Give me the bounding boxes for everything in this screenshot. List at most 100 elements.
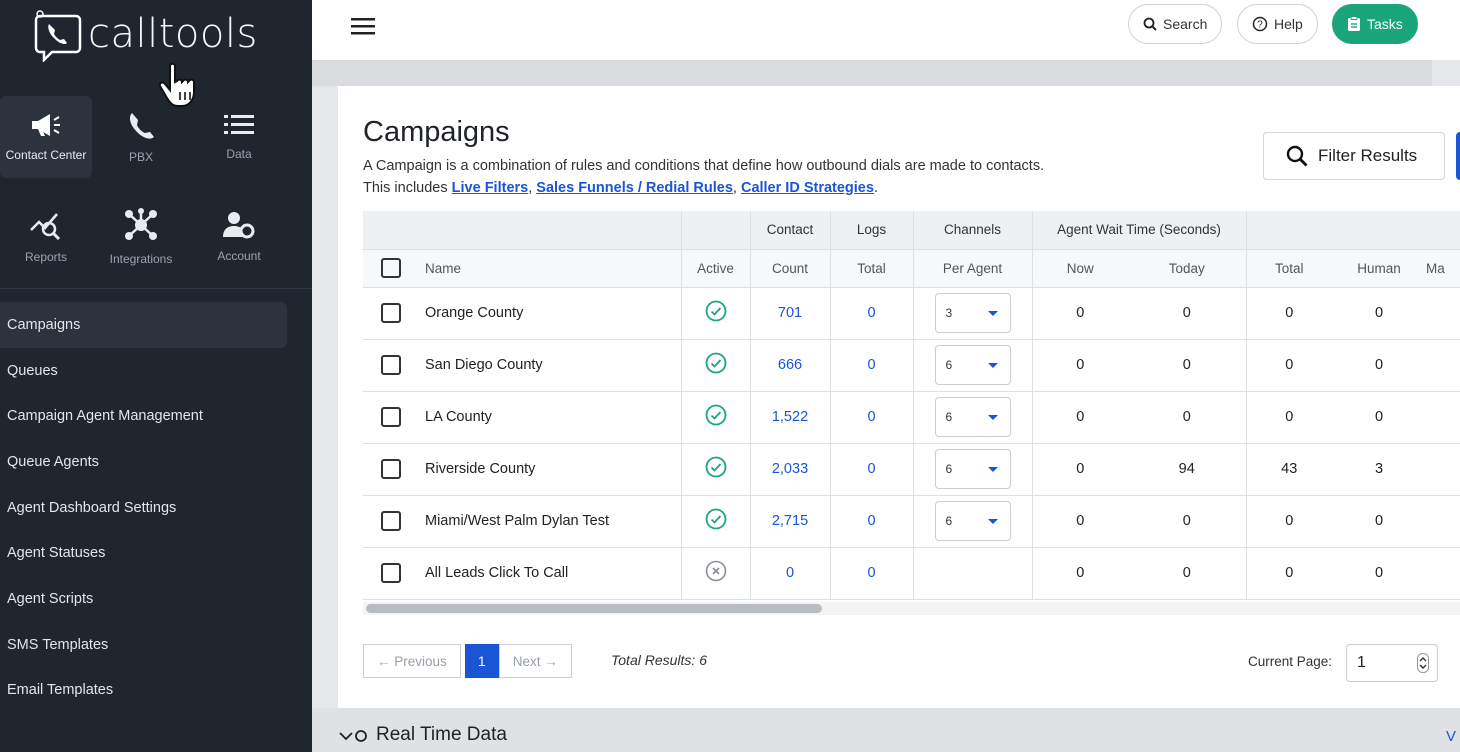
- sales-funnels-link[interactable]: Sales Funnels / Redial Rules: [536, 180, 733, 196]
- logs-total-link[interactable]: 0: [829, 287, 913, 340]
- nav-item-campaign-agent-management[interactable]: Campaign Agent Management: [0, 393, 290, 439]
- table-row[interactable]: Orange County 701 0 3 0 0 0 0: [363, 287, 1460, 340]
- active-status-cell[interactable]: [680, 495, 750, 548]
- module-data[interactable]: Data: [190, 96, 288, 178]
- logo[interactable]: calltools: [34, 10, 258, 64]
- help-button[interactable]: ? Help: [1237, 4, 1318, 44]
- contact-count-link[interactable]: 2,715: [749, 495, 830, 548]
- active-status-cell[interactable]: [680, 287, 750, 340]
- logs-total-link[interactable]: 0: [829, 495, 913, 548]
- search-button[interactable]: Search: [1128, 4, 1223, 44]
- module-pbx[interactable]: PBX: [92, 96, 190, 178]
- column-human[interactable]: Human: [1332, 249, 1426, 288]
- active-status-cell[interactable]: [680, 391, 750, 444]
- description-line: A Campaign is a combination of rules and…: [363, 158, 1045, 174]
- module-integrations[interactable]: Integrations: [92, 196, 190, 278]
- campaign-name[interactable]: LA County: [419, 391, 681, 444]
- channels-value: 6: [945, 462, 953, 476]
- logs-total-link[interactable]: 0: [829, 339, 913, 392]
- view-link[interactable]: V: [1446, 728, 1456, 745]
- table-row[interactable]: Miami/West Palm Dylan Test 2,715 0 6 0 0…: [363, 495, 1460, 548]
- contact-count-link[interactable]: 2,033: [749, 443, 830, 496]
- hamburger-menu-icon[interactable]: [350, 14, 376, 38]
- select-all-checkbox[interactable]: [381, 258, 401, 278]
- column-today[interactable]: Today: [1128, 249, 1246, 288]
- module-label: Account: [217, 249, 261, 263]
- contact-count-link[interactable]: 666: [749, 339, 830, 392]
- previous-button[interactable]: ← Previous: [363, 644, 461, 678]
- column-active[interactable]: Active: [680, 249, 750, 288]
- caller-id-strategies-link[interactable]: Caller ID Strategies: [741, 180, 874, 196]
- active-status-cell[interactable]: [680, 443, 750, 496]
- column-count[interactable]: Count: [749, 249, 830, 288]
- nav-item-agent-dashboard-settings[interactable]: Agent Dashboard Settings: [0, 485, 290, 531]
- nav-item-agent-scripts[interactable]: Agent Scripts: [0, 576, 290, 622]
- horizontal-scrollbar-thumb[interactable]: [366, 604, 822, 613]
- filter-results-button[interactable]: Filter Results: [1263, 132, 1445, 180]
- live-filters-link[interactable]: Live Filters: [452, 180, 529, 196]
- campaign-name[interactable]: Miami/West Palm Dylan Test: [419, 495, 681, 548]
- campaign-name[interactable]: Orange County: [419, 287, 681, 340]
- table-row[interactable]: Riverside County 2,033 0 6 0 94 43 3: [363, 443, 1460, 496]
- channels-per-agent-select[interactable]: 6: [934, 397, 1011, 437]
- row-checkbox[interactable]: [381, 459, 401, 479]
- column-per-agent[interactable]: Per Agent: [912, 249, 1032, 288]
- stepper-icon[interactable]: [1417, 653, 1429, 673]
- logs-total-link[interactable]: 0: [829, 391, 913, 444]
- next-button[interactable]: Next →: [498, 644, 572, 678]
- ma-cell: [1426, 547, 1460, 600]
- campaign-name[interactable]: Riverside County: [419, 443, 681, 496]
- row-checkbox[interactable]: [381, 355, 401, 375]
- wait-now: 0: [1031, 495, 1128, 548]
- campaign-name[interactable]: San Diego County: [419, 339, 681, 392]
- group-header-contact: Contact: [749, 211, 830, 250]
- wait-today: 0: [1128, 495, 1246, 548]
- contact-count-link[interactable]: 0: [749, 547, 830, 600]
- logs-total-link[interactable]: 0: [829, 547, 913, 600]
- nav-item-sms-templates[interactable]: SMS Templates: [0, 622, 290, 668]
- channels-per-agent-select[interactable]: 6: [934, 501, 1011, 541]
- module-label: Contact Center: [5, 148, 87, 162]
- channels-cell: 6: [912, 443, 1032, 496]
- row-checkbox[interactable]: [381, 563, 401, 583]
- channels-per-agent-select[interactable]: 6: [934, 449, 1011, 489]
- module-reports[interactable]: Reports: [0, 196, 92, 278]
- contact-count-link[interactable]: 701: [749, 287, 830, 340]
- channels-per-agent-select[interactable]: 6: [934, 345, 1011, 385]
- nav-item-agent-statuses[interactable]: Agent Statuses: [0, 530, 290, 576]
- column-now[interactable]: Now: [1031, 249, 1128, 288]
- column-name[interactable]: Name: [419, 249, 681, 288]
- row-checkbox[interactable]: [381, 511, 401, 531]
- column-ma[interactable]: Ma: [1426, 249, 1460, 288]
- channels-value: 6: [945, 358, 953, 372]
- active-status-cell[interactable]: [680, 547, 750, 600]
- column-logs-total[interactable]: Total: [829, 249, 913, 288]
- row-checkbox[interactable]: [381, 407, 401, 427]
- current-page-input[interactable]: 1: [1346, 644, 1438, 682]
- table-row[interactable]: LA County 1,522 0 6 0 0 0 0: [363, 391, 1460, 444]
- nav-item-campaigns[interactable]: Campaigns: [0, 302, 287, 348]
- list-icon: [224, 115, 254, 134]
- contact-count-link[interactable]: 1,522: [749, 391, 830, 444]
- nav-item-queues[interactable]: Queues: [0, 348, 290, 394]
- channels-per-agent-select[interactable]: 3: [934, 293, 1011, 333]
- active-status-cell[interactable]: [680, 339, 750, 392]
- integrations-icon: [125, 208, 157, 240]
- select-all-cell: [363, 249, 419, 288]
- row-checkbox[interactable]: [381, 303, 401, 323]
- tasks-button[interactable]: Tasks: [1332, 4, 1418, 44]
- campaign-name[interactable]: All Leads Click To Call: [419, 547, 681, 600]
- group-header-wait-time: Agent Wait Time (Seconds): [1031, 211, 1246, 250]
- nav-item-queue-agents[interactable]: Queue Agents: [0, 439, 290, 485]
- module-contact-center[interactable]: Contact Center: [0, 96, 92, 178]
- table-row[interactable]: All Leads Click To Call 0 0 0 0 0 0: [363, 547, 1460, 600]
- logs-total-link[interactable]: 0: [829, 443, 913, 496]
- ma-cell: [1426, 495, 1460, 548]
- add-button-edge[interactable]: [1456, 132, 1460, 180]
- nav-item-email-templates[interactable]: Email Templates: [0, 668, 290, 714]
- page-1-button[interactable]: 1: [464, 644, 499, 678]
- column-total[interactable]: Total: [1245, 249, 1332, 288]
- table-row[interactable]: San Diego County 666 0 6 0 0 0 0: [363, 339, 1460, 392]
- module-account[interactable]: Account: [190, 196, 288, 278]
- real-time-data-toggle[interactable]: Real Time Data: [338, 724, 507, 746]
